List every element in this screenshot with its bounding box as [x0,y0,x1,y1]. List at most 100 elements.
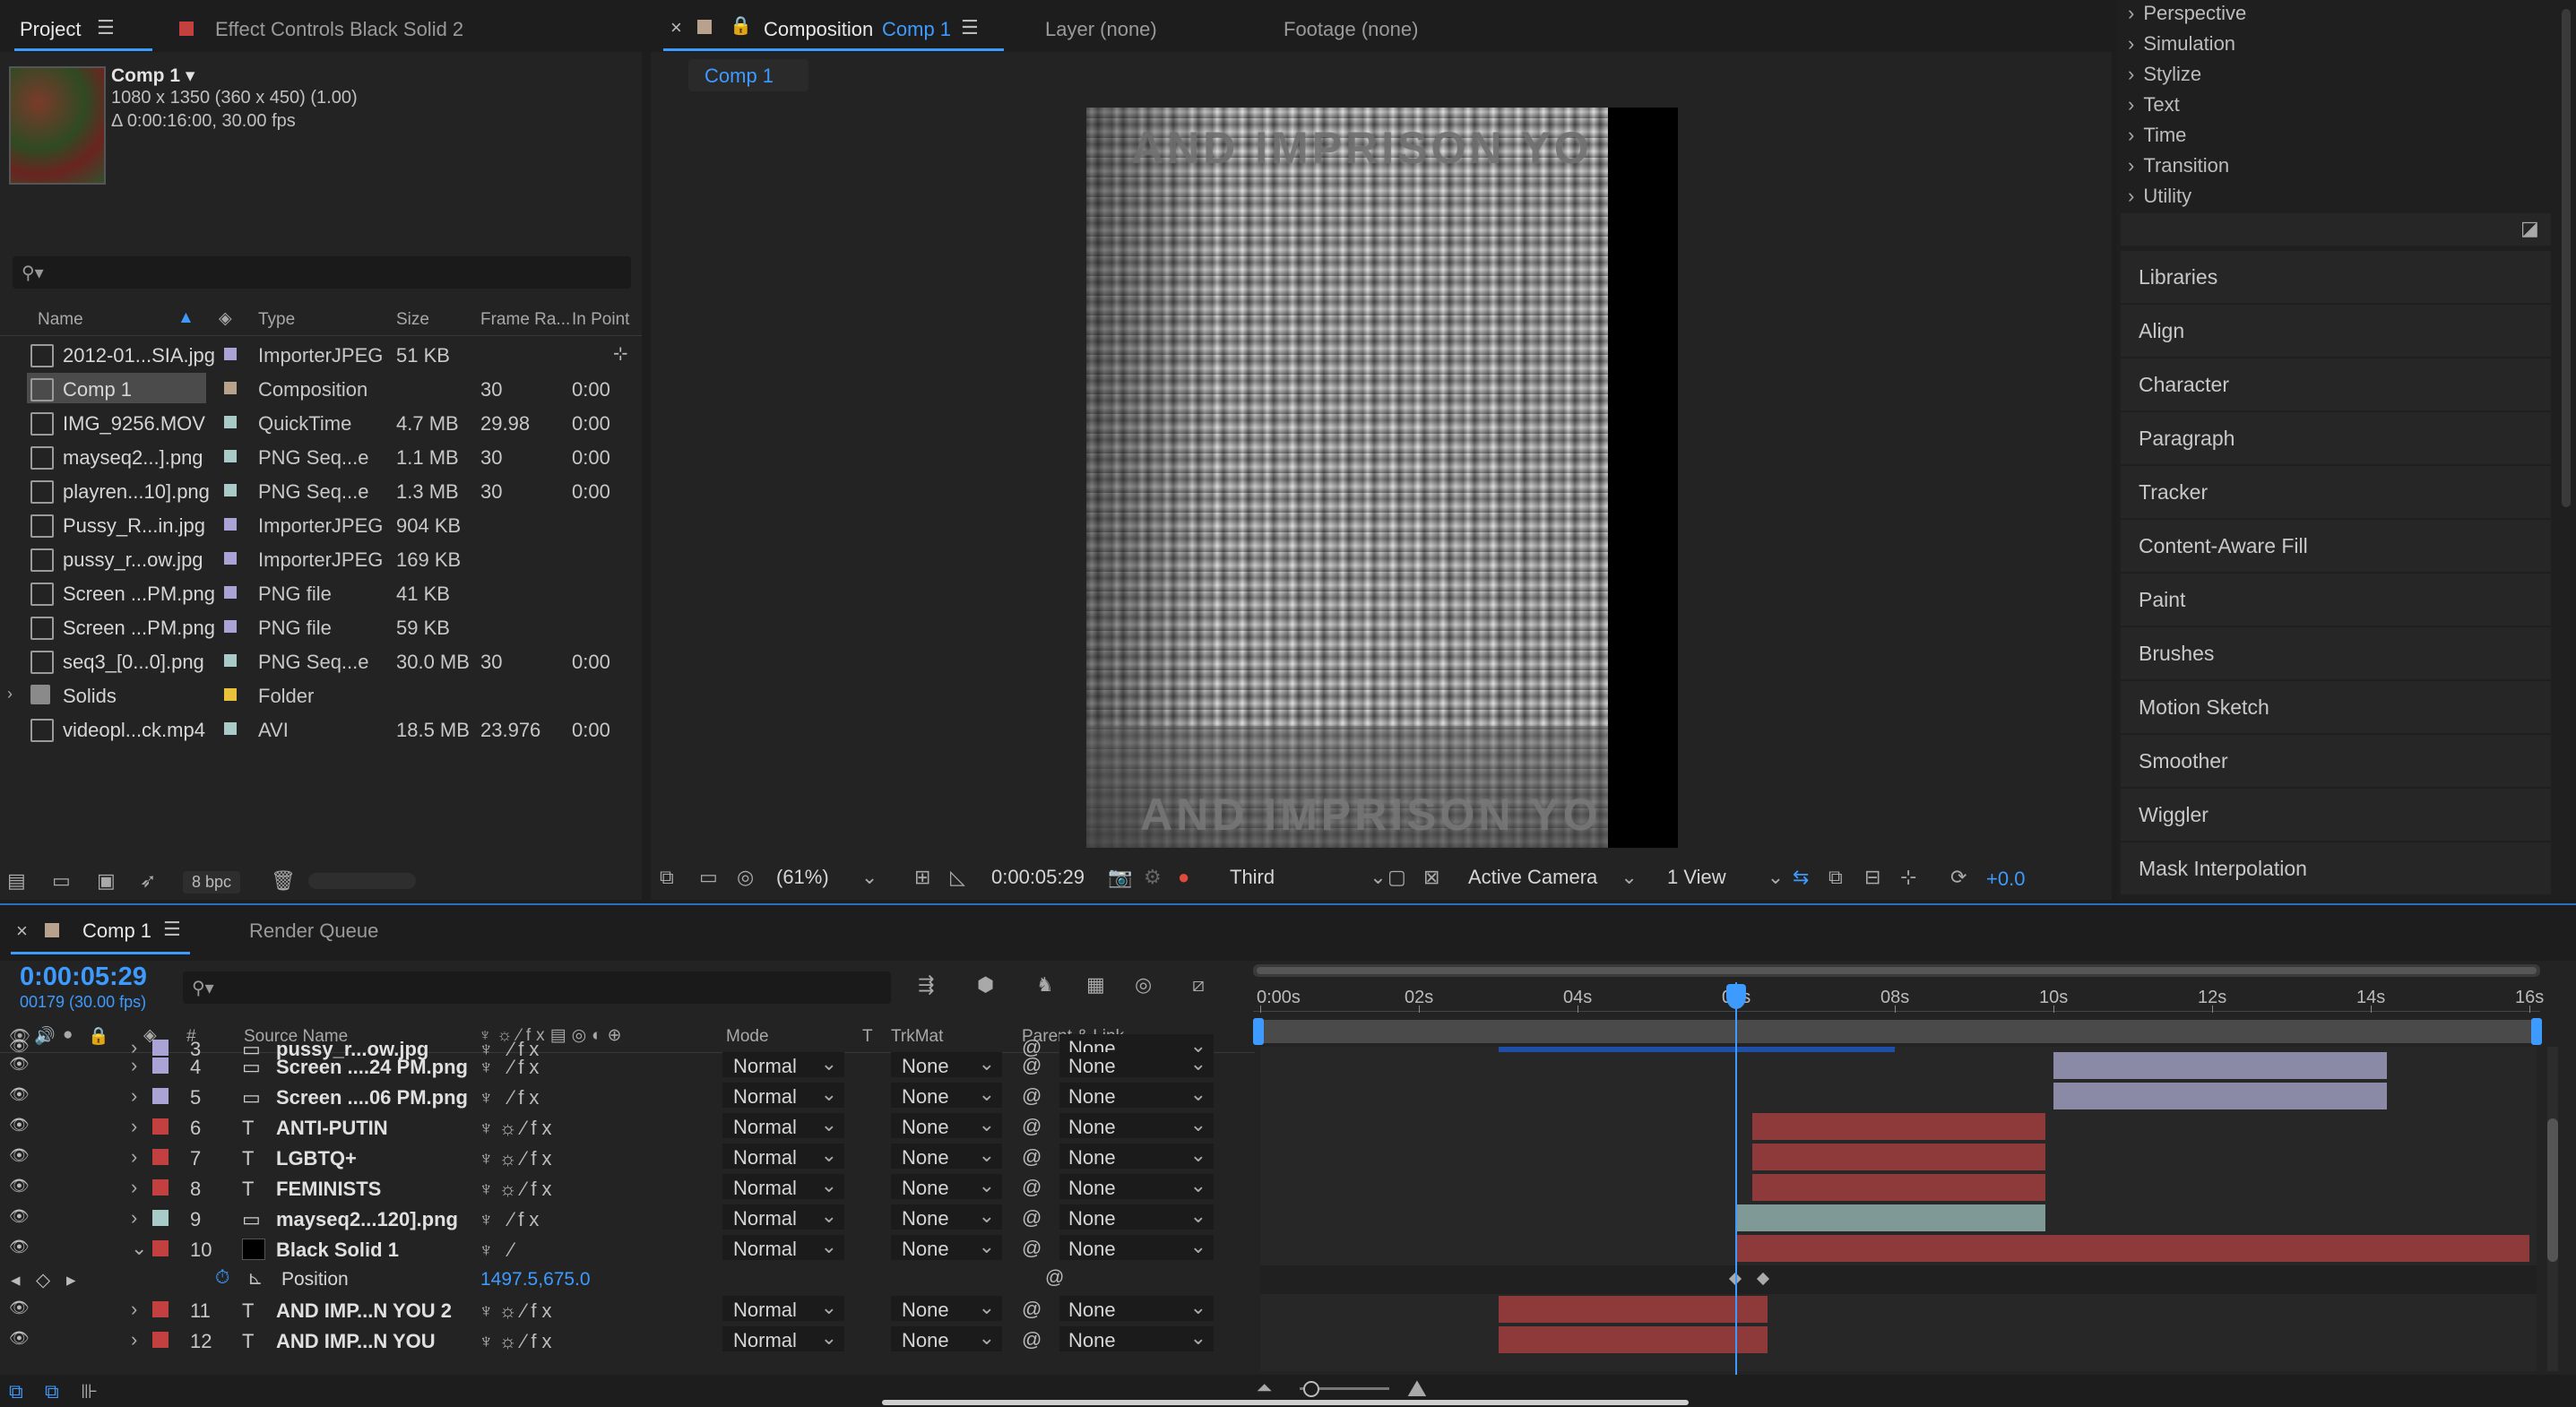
layer-duration-bar[interactable] [1751,1144,2046,1170]
visibility-eye-icon[interactable]: 👁 [9,1207,30,1226]
layer-name[interactable]: mayseq2...120].png [276,1208,458,1231]
project-item[interactable]: videopl...ck.mp4 AVI 18.5 MB 23.976 0:00 [0,712,642,746]
parent-dropdown[interactable]: None ⌄ [1059,1144,1214,1169]
tab-render-queue[interactable]: Render Queue [249,919,378,943]
layer-duration-bar[interactable] [1751,1174,2046,1201]
layer-name[interactable]: AND IMP...N YOU [276,1330,436,1353]
layer-duration-bar[interactable] [2053,1052,2387,1079]
label-swatch[interactable] [152,1057,169,1074]
project-item[interactable]: Screen ...PM.png PNG file 59 KB [0,609,642,643]
effects-category[interactable]: › Utility [2128,185,2191,208]
layer-name[interactable]: ANTI-PUTIN [276,1117,388,1140]
switch-icons[interactable]: ♆☼⁄fx [479,1178,557,1201]
safe-areas-icon[interactable]: ⊞ [914,866,930,889]
switch-icons[interactable]: ♆☼⁄fx [479,1330,557,1353]
comp-breadcrumb[interactable]: Comp 1 [688,59,808,91]
project-item[interactable]: pussy_r...ow.jpg ImporterJPEG 169 KB [0,541,642,575]
column-frame-rate[interactable]: Frame Ra... [480,310,570,330]
effects-category[interactable]: › Stylize [2128,63,2201,86]
trkmat-dropdown[interactable]: None ⌄ [891,1052,1002,1077]
trkmat-dropdown[interactable]: None ⌄ [891,1204,1002,1230]
work-area-bar[interactable] [1257,1020,2537,1043]
label-swatch[interactable] [224,518,237,531]
mode-dropdown[interactable]: Normal ⌄ [722,1296,844,1321]
side-panel-item[interactable]: Align [2121,305,2551,357]
layer-row[interactable]: 👁 › 8 T FEMINISTS ♆☼⁄fx Normal ⌄ None ⌄ @ None ⌄ [0,1172,1255,1203]
label-swatch[interactable] [224,348,237,360]
project-item[interactable]: mayseq2...].png PNG Seq...e 1.1 MB 30 0:00 [0,439,642,473]
mode-dropdown[interactable]: Normal ⌄ [722,1235,844,1260]
adjust-icon[interactable]: ➶ [140,869,156,893]
visibility-eye-icon[interactable]: 👁 [9,1085,30,1104]
pickwhip-icon[interactable]: @ [1022,1237,1042,1260]
trkmat-dropdown[interactable]: None ⌄ [891,1144,1002,1169]
timeline-search-input[interactable]: ⚲▾ [183,971,891,1004]
layer-row[interactable]: 👁 › 9 ▭ mayseq2...120].png ♆ ⁄fx Normal ⌄ None ⌄ @… [0,1203,1255,1233]
add-keyframe-icon[interactable]: ◇ [36,1269,50,1291]
mode-dropdown[interactable]: Normal ⌄ [722,1326,844,1351]
column-name[interactable]: Name [38,310,83,330]
always-preview-icon[interactable]: ⧉ [660,866,674,889]
composition-viewer[interactable]: AND IMPRISON YO AND IMPRISON YO [1086,108,1678,848]
parent-dropdown[interactable]: None ⌄ [1059,1113,1214,1138]
expand-arrow-icon[interactable]: › [131,1145,137,1169]
zoom-slider-knob[interactable] [1303,1381,1319,1397]
parent-dropdown[interactable]: None ⌄ [1059,1326,1214,1351]
timeline-icon[interactable]: ⊟ [1864,866,1880,889]
camera-snapshot-icon[interactable]: 📷 [1108,866,1132,889]
trkmat-dropdown[interactable]: None ⌄ [891,1326,1002,1351]
position-property-row[interactable]: ◂ ◇ ▸ ⏱ ⊾ Position 1497.5,675.0 @ [0,1265,1255,1294]
bpc-badge[interactable]: 8 bpc [183,871,241,893]
effects-category[interactable]: › Transition [2128,154,2229,177]
side-panel-item[interactable]: Brushes [2121,627,2551,679]
timeline-timecode[interactable]: 0:00:05:29 [20,962,147,992]
mode-dropdown[interactable]: Normal ⌄ [722,1113,844,1138]
expand-arrow-icon[interactable]: › [131,1115,137,1138]
vr-icon[interactable]: ◎ [737,866,754,889]
right-scrollbar[interactable] [2562,9,2571,507]
parent-dropdown[interactable]: None ⌄ [1059,1174,1214,1199]
project-item[interactable]: IMG_9256.MOV QuickTime 4.7 MB 29.98 0:00 [0,405,642,439]
project-item[interactable]: 2012-01...SIA.jpg ImporterJPEG 51 KB ⊹ [0,337,642,371]
side-panel-item[interactable]: Wiggler [2121,789,2551,841]
side-panel-item[interactable]: Libraries [2121,251,2551,303]
work-area-start[interactable] [1253,1018,1264,1045]
switch-icons[interactable]: ♆ ⁄fx [479,1208,544,1231]
label-swatch[interactable] [152,1301,169,1317]
label-swatch[interactable] [152,1210,169,1226]
layer-name[interactable]: Black Solid 1 [276,1239,399,1262]
trkmat-dropdown[interactable]: None ⌄ [891,1083,1002,1108]
search-input[interactable]: ⚲▾ [13,256,631,289]
label-swatch[interactable] [152,1149,169,1165]
toggle-pixel-aspect-icon[interactable]: ⇆ [1793,866,1809,889]
region-of-interest-icon[interactable]: ▢ [1387,866,1406,889]
tab-composition-name[interactable]: Comp 1 [882,18,951,41]
mode-dropdown[interactable]: Normal ⌄ [722,1174,844,1199]
color-channels-icon[interactable]: ● [1178,866,1189,889]
switch-icons[interactable]: ♆ ⁄fx [479,1086,544,1109]
exposure-value[interactable]: +0.0 [1986,868,2025,891]
project-item[interactable]: Comp 1 Composition 30 0:00 [0,371,642,405]
label-swatch[interactable] [224,620,237,633]
label-swatch[interactable] [224,484,237,496]
label-swatch[interactable] [224,654,237,667]
tab-timeline-comp[interactable]: Comp 1 [82,919,151,943]
tab-layer[interactable]: Layer (none) [1045,18,1157,41]
parent-dropdown[interactable]: None ⌄ [1059,1235,1214,1260]
side-panel-item[interactable]: Paint [2121,574,2551,626]
layer-duration-bar[interactable] [1498,1326,1768,1353]
pickwhip-icon[interactable]: @ [1022,1328,1042,1351]
pickwhip-icon[interactable]: @ [1022,1145,1042,1169]
composition-menu-icon[interactable]: ☰ [961,16,979,39]
mask-visibility-icon[interactable]: ◺ [950,866,965,889]
layer-duration-bar[interactable] [1751,1113,2046,1140]
label-swatch[interactable] [224,416,237,428]
switch-icons[interactable]: ♆ ⁄ [479,1239,518,1262]
expand-arrow-icon[interactable]: › [131,1298,137,1321]
expand-arrow-icon[interactable]: ⌄ [131,1237,147,1260]
transparency-grid-icon[interactable]: ⊠ [1423,866,1439,889]
trkmat-dropdown[interactable]: None ⌄ [891,1296,1002,1321]
layer-row[interactable]: 👁 ⌄ 10 Black Solid 1 ♆ ⁄ Normal ⌄ None ⌄ @ None ⌄ [0,1233,1255,1264]
project-item[interactable]: playren...10].png PNG Seq...e 1.3 MB 30 0:00 [0,473,642,507]
lock-icon[interactable]: 🔒 [730,14,752,37]
